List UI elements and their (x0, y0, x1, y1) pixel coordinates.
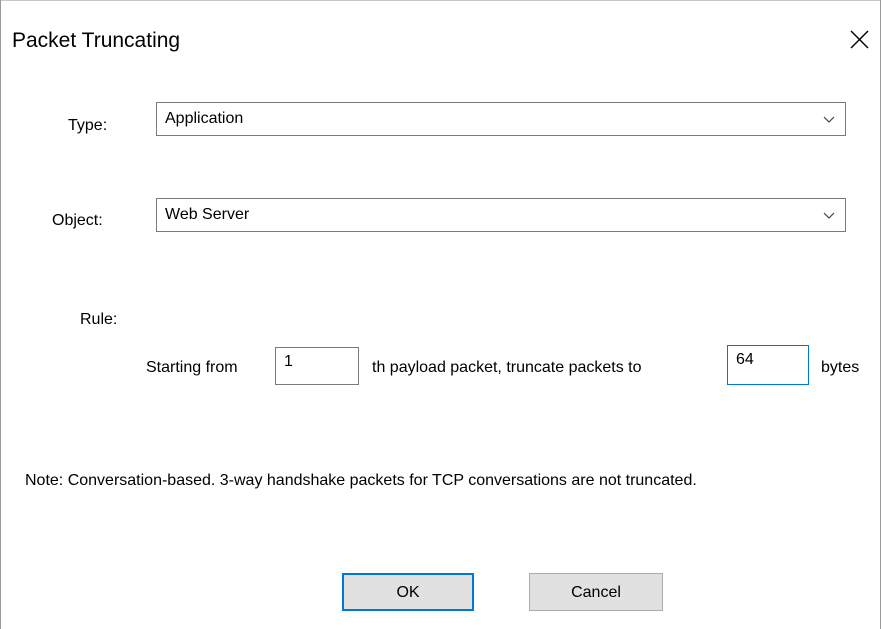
note-text: Note: Conversation-based. 3-way handshak… (25, 472, 697, 489)
cancel-button[interactable]: Cancel (529, 573, 663, 611)
start-packet-input[interactable]: 1 (275, 347, 359, 385)
cancel-button-label: Cancel (571, 584, 621, 601)
truncate-bytes-input[interactable]: 64 (727, 345, 809, 385)
type-label: Type: (68, 117, 108, 134)
type-select[interactable]: Application (156, 102, 846, 136)
object-select-value: Web Server (165, 206, 250, 223)
close-icon (850, 30, 869, 49)
ok-button-label: OK (396, 584, 420, 601)
close-button[interactable] (846, 26, 874, 54)
rule-label: Rule: (80, 311, 118, 328)
packet-truncating-dialog: Packet Truncating Type: Application Obje… (0, 0, 881, 629)
object-label: Object: (52, 212, 103, 229)
chevron-down-icon (823, 116, 835, 123)
dialog-left-border (0, 0, 1, 629)
rule-middle-text: th payload packet, truncate packets to (372, 359, 642, 376)
type-select-value: Application (165, 110, 244, 127)
chevron-down-icon (823, 212, 835, 219)
dialog-top-border (0, 0, 881, 1)
truncate-bytes-value: 64 (736, 351, 754, 368)
rule-prefix-text: Starting from (146, 359, 238, 376)
ok-button[interactable]: OK (342, 573, 474, 611)
start-packet-value: 1 (284, 353, 293, 370)
rule-suffix-text: bytes (821, 359, 860, 376)
object-select[interactable]: Web Server (156, 198, 846, 232)
dialog-title: Packet Truncating (12, 29, 181, 52)
